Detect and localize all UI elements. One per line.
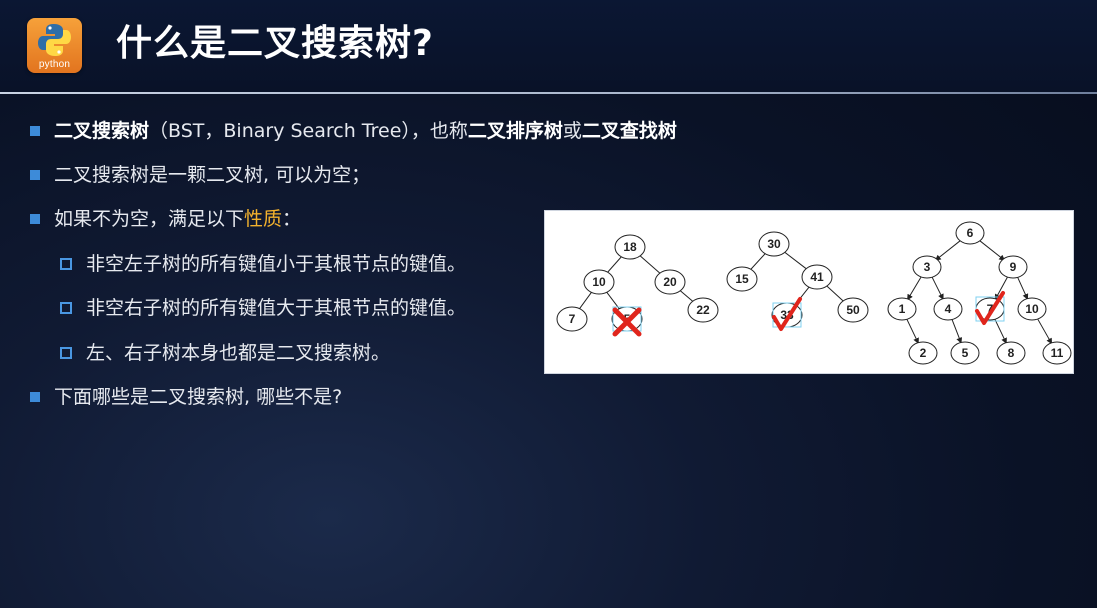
tree-node: 18 (614, 234, 646, 260)
tree-node-label: 9 (1010, 260, 1017, 274)
tree-node: 8 (996, 341, 1026, 365)
highlight-text: 性质 (244, 208, 283, 230)
tree-node: 4 (933, 297, 963, 321)
bullet-text: 二叉搜索树（BST，Binary Search Tree），也称二叉排序树或二叉… (54, 118, 677, 144)
page-title: 什么是二叉搜索树? (116, 23, 434, 64)
tree-edge (638, 254, 662, 275)
bullet-term: 二叉搜索树 (54, 120, 150, 142)
tree-node: 11 (1042, 341, 1072, 365)
tree-node-label: 18 (623, 240, 637, 254)
python-logo: python (27, 18, 82, 73)
bullet-marker (30, 392, 40, 402)
tree-node: 10 (583, 269, 615, 295)
tree-node: 7 (556, 306, 588, 332)
tree-edge (783, 250, 808, 271)
tree-node-label: 41 (810, 270, 824, 284)
bullet-text-part: （BST，Binary Search Tree），也称 (149, 120, 468, 142)
tree-node-label: 1 (899, 302, 906, 316)
header-divider (0, 92, 1097, 94)
bullet-text: 二叉搜索树是一颗二叉树, 可以为空； (54, 164, 371, 186)
tree-node-label: 22 (696, 303, 710, 317)
tree-edge (906, 318, 919, 344)
tree-nodes: 181020752230154133506391471025811 (556, 221, 1072, 365)
tree-node: 5 (950, 341, 980, 365)
bullet-text-part: 或 (562, 120, 582, 142)
tree-edge (606, 255, 623, 274)
bullet-term: 二叉排序树 (467, 120, 563, 142)
bullet-text: 非空左子树的所有键值小于其根节点的键值。 (86, 253, 467, 275)
tree-node: 30 (758, 231, 790, 257)
tree-edge (1017, 276, 1029, 300)
tree-node-label: 15 (735, 272, 749, 286)
tree-node-label: 8 (1008, 346, 1015, 360)
tree-node: 2 (908, 341, 938, 365)
tree-edge (1036, 318, 1053, 345)
tree-node-label: 50 (846, 303, 860, 317)
bullet-text: 如果不为空，满足以下性质： (54, 206, 301, 232)
bullet-text: 非空右子树的所有键值大于其根节点的键值。 (86, 297, 467, 319)
tree-edge (749, 252, 767, 271)
tree-edge (934, 239, 962, 261)
tree-node-label: 2 (920, 346, 927, 360)
tree-node: 50 (837, 297, 869, 323)
tree-node: 15 (726, 266, 758, 292)
tree-node-label: 3 (924, 260, 931, 274)
bullet-text-part: ： (282, 208, 302, 230)
tree-node: 1 (887, 297, 917, 321)
sub-bullet-marker (60, 258, 72, 270)
tree-node: 41 (801, 264, 833, 290)
python-logo-text: python (38, 59, 71, 70)
tree-node-label: 6 (967, 226, 974, 240)
tree-node: 9 (998, 255, 1028, 279)
tree-edges (578, 239, 1053, 345)
tree-edge (907, 276, 922, 301)
bullet-marker (30, 126, 40, 136)
tree-edge (678, 289, 695, 303)
bst-diagram: 181020752230154133506391471025811 (556, 221, 1072, 365)
tree-edge (931, 276, 944, 301)
tree-node: 6 (955, 221, 985, 245)
tree-node: 20 (654, 269, 686, 295)
sub-bullet-marker (60, 347, 72, 359)
tree-edge (578, 291, 593, 310)
tree-node-label: 10 (592, 275, 606, 289)
bullet-text: 左、右子树本身也都是二叉搜索树。 (86, 342, 391, 364)
tree-node: 3 (912, 255, 942, 279)
tree-node: 10 (1017, 297, 1047, 321)
tree-edge (994, 318, 1007, 344)
tree-node-label: 4 (945, 302, 952, 316)
bullet-marker (30, 214, 40, 224)
tree-node-label: 30 (767, 237, 781, 251)
tree-edge (951, 319, 963, 344)
bullet-term: 二叉查找树 (581, 120, 677, 142)
python-snake-icon (38, 24, 71, 56)
tree-node: 22 (687, 297, 719, 323)
bullet-text: 下面哪些是二叉搜索树, 哪些不是? (54, 386, 343, 408)
tree-edge (978, 239, 1006, 261)
tree-node-label: 11 (1051, 346, 1064, 360)
tree-edge (825, 284, 845, 303)
tree-node-label: 20 (663, 275, 677, 289)
bst-diagram-panel: 181020752230154133506391471025811 (544, 210, 1074, 374)
tree-node-label: 10 (1025, 302, 1039, 316)
bullet-marker (30, 170, 40, 180)
tree-node-label: 7 (569, 312, 576, 326)
tree-node-label: 5 (962, 346, 969, 360)
bullet-text-part: 如果不为空，满足以下 (54, 208, 245, 230)
sub-bullet-marker (60, 302, 72, 314)
